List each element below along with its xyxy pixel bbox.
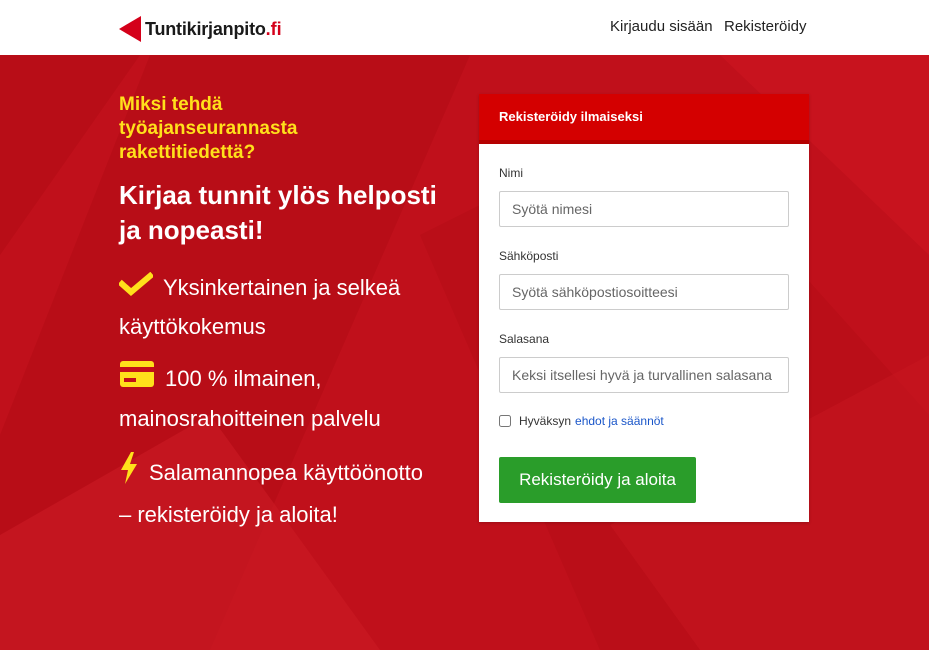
logo-suffix: .fi [265, 18, 282, 39]
hero-headline: Kirjaa tunnit ylös helposti ja nopeasti! [119, 180, 437, 245]
feature-item: Yksinkertainen ja selkeä käyttökokemus [117, 269, 439, 346]
logo-text: Tuntikirjanpito [145, 18, 266, 39]
signup-card-title: Rekisteröidy ilmaiseksi [479, 94, 809, 144]
feature-item: 100 % ilmainen, mainosrahoitteinen palve… [119, 360, 439, 438]
email-label: Sähköposti [499, 249, 559, 263]
nav-register-link[interactable]: Rekisteröidy [724, 18, 807, 35]
lightning-icon [119, 452, 139, 496]
hero-content: Miksi tehdä työajanseurannasta rakettiti… [117, 93, 449, 534]
register-submit-button[interactable]: Rekisteröidy ja aloita [499, 457, 696, 503]
terms-checkbox[interactable] [499, 415, 511, 427]
email-input[interactable] [499, 274, 789, 310]
name-input[interactable] [499, 191, 789, 227]
feature-text: 100 % ilmainen, mainosrahoitteinen palve… [119, 366, 381, 432]
terms-row: Hyväksyn ehdot ja säännöt [499, 414, 664, 428]
signup-card: Rekisteröidy ilmaiseksi Nimi Sähköposti … [479, 94, 809, 522]
terms-label: Hyväksyn [519, 414, 572, 428]
logo[interactable]: Tuntikirjanpito .fi [119, 16, 282, 42]
credit-card-icon [119, 360, 155, 400]
check-icon [117, 270, 155, 308]
hero-section: Miksi tehdä työajanseurannasta rakettiti… [0, 55, 929, 650]
password-input[interactable] [499, 357, 789, 393]
terms-link[interactable]: ehdot ja säännöt [575, 414, 664, 428]
feature-item: Salamannopea käyttöönotto – rekisteröidy… [119, 452, 439, 534]
site-header: Tuntikirjanpito .fi Kirjaudu sisään Rekis… [0, 0, 929, 55]
nav-login-link[interactable]: Kirjaudu sisään [610, 18, 713, 35]
hero-tagline: Miksi tehdä työajanseurannasta rakettiti… [119, 94, 298, 163]
logo-arrow-icon [119, 16, 141, 42]
feature-text: Salamannopea käyttöönotto – rekisteröidy… [119, 460, 423, 528]
feature-text: Yksinkertainen ja selkeä käyttökokemus [119, 275, 401, 340]
name-label: Nimi [499, 166, 523, 180]
password-label: Salasana [499, 332, 550, 346]
